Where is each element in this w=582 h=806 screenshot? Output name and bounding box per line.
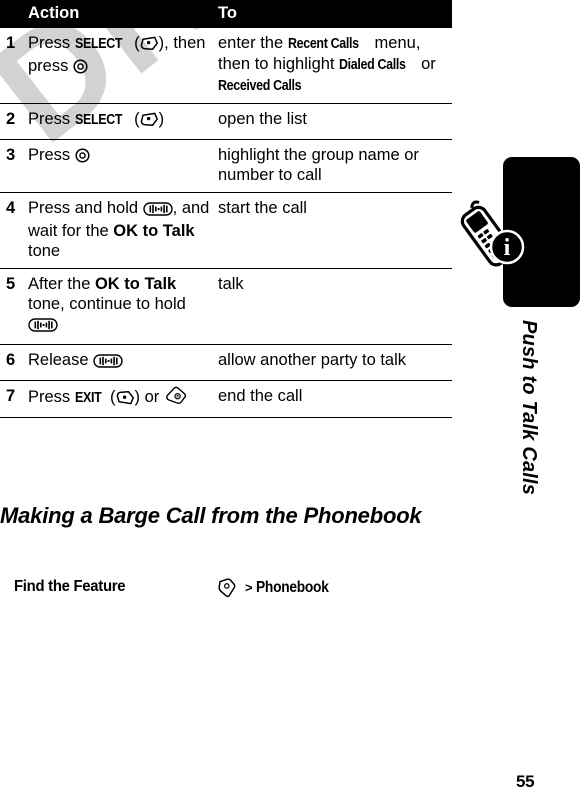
step-action-text: Press bbox=[28, 110, 75, 128]
step-action-text: Press bbox=[28, 388, 75, 406]
page-number: 55 bbox=[516, 772, 535, 791]
step-number: 5 bbox=[0, 268, 28, 345]
table-row: 1 Press SELECT (), then press enter the … bbox=[0, 28, 452, 104]
steps-table: Action To 1 Press SELECT (), then press … bbox=[0, 0, 452, 418]
menu-name: Dialed Calls bbox=[339, 57, 406, 73]
ptt-button-icon bbox=[142, 201, 173, 221]
step-action: Press EXIT ( ) or bbox=[28, 380, 218, 418]
navigation-key-icon bbox=[73, 59, 88, 79]
end-call-key-icon bbox=[164, 386, 188, 410]
step-action: Press and hold , and wait for the OK to … bbox=[28, 192, 218, 269]
find-the-feature-label: Find the Feature bbox=[14, 578, 126, 595]
menu-key-icon bbox=[218, 578, 236, 603]
step-result: end the call bbox=[218, 380, 452, 418]
step-result: enter the Recent Calls menu, then to hig… bbox=[218, 28, 452, 104]
table-header-row: Action To bbox=[0, 0, 452, 28]
table-row: 4 Press and hold , and wait for the OK t… bbox=[0, 192, 452, 269]
step-result: talk bbox=[218, 268, 452, 345]
left-soft-key-icon bbox=[140, 36, 159, 56]
step-result: highlight the group name or number to ca… bbox=[218, 139, 452, 193]
step-action-text: After the bbox=[28, 275, 95, 293]
step-action-text: tone bbox=[28, 242, 61, 260]
table-row: 6 Release allow another party to talk bbox=[0, 344, 452, 381]
navigation-key-icon bbox=[75, 148, 90, 168]
step-number: 3 bbox=[0, 139, 28, 193]
ptt-button-icon bbox=[28, 317, 58, 337]
step-result: open the list bbox=[218, 103, 452, 140]
step-action-text: ( bbox=[129, 34, 140, 52]
step-number: 7 bbox=[0, 380, 28, 418]
table-row: 3 Press highlight the group name or numb… bbox=[0, 139, 452, 193]
step-action-text: Press bbox=[28, 146, 75, 164]
step-action: After the OK to Talk tone, continue to h… bbox=[28, 268, 218, 345]
step-result: start the call bbox=[218, 192, 452, 269]
step-keyword: OK to Talk bbox=[113, 222, 195, 240]
step-action-text: Release bbox=[28, 351, 94, 369]
step-action: Press SELECT (), then press bbox=[28, 28, 218, 104]
step-keyword: OK to Talk bbox=[94, 275, 177, 293]
table-row: 2 Press SELECT () open the list bbox=[0, 103, 452, 140]
page-content: Action To 1 Press SELECT (), then press … bbox=[0, 0, 582, 806]
step-action-text: ( bbox=[105, 388, 116, 406]
menu-name: Recent Calls bbox=[287, 36, 359, 52]
left-soft-key-icon bbox=[140, 112, 159, 132]
step-keyword: SELECT bbox=[74, 112, 122, 128]
step-number: 1 bbox=[0, 28, 28, 104]
step-action: Release bbox=[28, 344, 218, 381]
path-target: Phonebook bbox=[256, 579, 329, 596]
page-title: Making a Barge Call from the Phonebook bbox=[0, 503, 422, 528]
step-action: Press bbox=[28, 139, 218, 193]
menu-name: Received Calls bbox=[218, 78, 302, 94]
step-result: allow another party to talk bbox=[218, 344, 452, 381]
table-header-to: To bbox=[218, 0, 452, 28]
find-the-feature-row: Find the Feature > Phonebook bbox=[0, 578, 452, 608]
right-soft-key-icon bbox=[116, 390, 135, 410]
path-separator: > bbox=[245, 580, 253, 595]
phone-info-icon: i bbox=[459, 196, 541, 274]
step-number: 6 bbox=[0, 344, 28, 381]
table-row: 5 After the OK to Talk tone, continue to… bbox=[0, 268, 452, 345]
find-the-feature-path: > Phonebook bbox=[245, 579, 341, 597]
table-header-num bbox=[0, 0, 28, 28]
step-action-text: ( bbox=[129, 110, 140, 128]
svg-text:i: i bbox=[504, 235, 511, 261]
step-number: 4 bbox=[0, 192, 28, 269]
step-action-text: Press bbox=[28, 34, 75, 52]
step-keyword: SELECT bbox=[74, 36, 122, 52]
step-action-text: tone, continue to hold bbox=[28, 295, 186, 313]
step-result-text: enter the bbox=[218, 34, 288, 52]
step-action: Press SELECT () bbox=[28, 103, 218, 140]
step-action-text: ) or bbox=[134, 388, 164, 406]
step-number: 2 bbox=[0, 103, 28, 140]
ptt-button-icon bbox=[93, 353, 123, 373]
table-header-action: Action bbox=[28, 0, 218, 28]
step-action-text: ) bbox=[158, 110, 165, 128]
table-row: 7 Press EXIT ( ) or end the call bbox=[0, 380, 452, 418]
chapter-title: Push to Talk Calls bbox=[518, 320, 540, 496]
step-keyword: EXIT bbox=[74, 390, 102, 406]
step-result-text: or bbox=[416, 55, 436, 73]
step-action-text: Press and hold bbox=[28, 199, 143, 217]
